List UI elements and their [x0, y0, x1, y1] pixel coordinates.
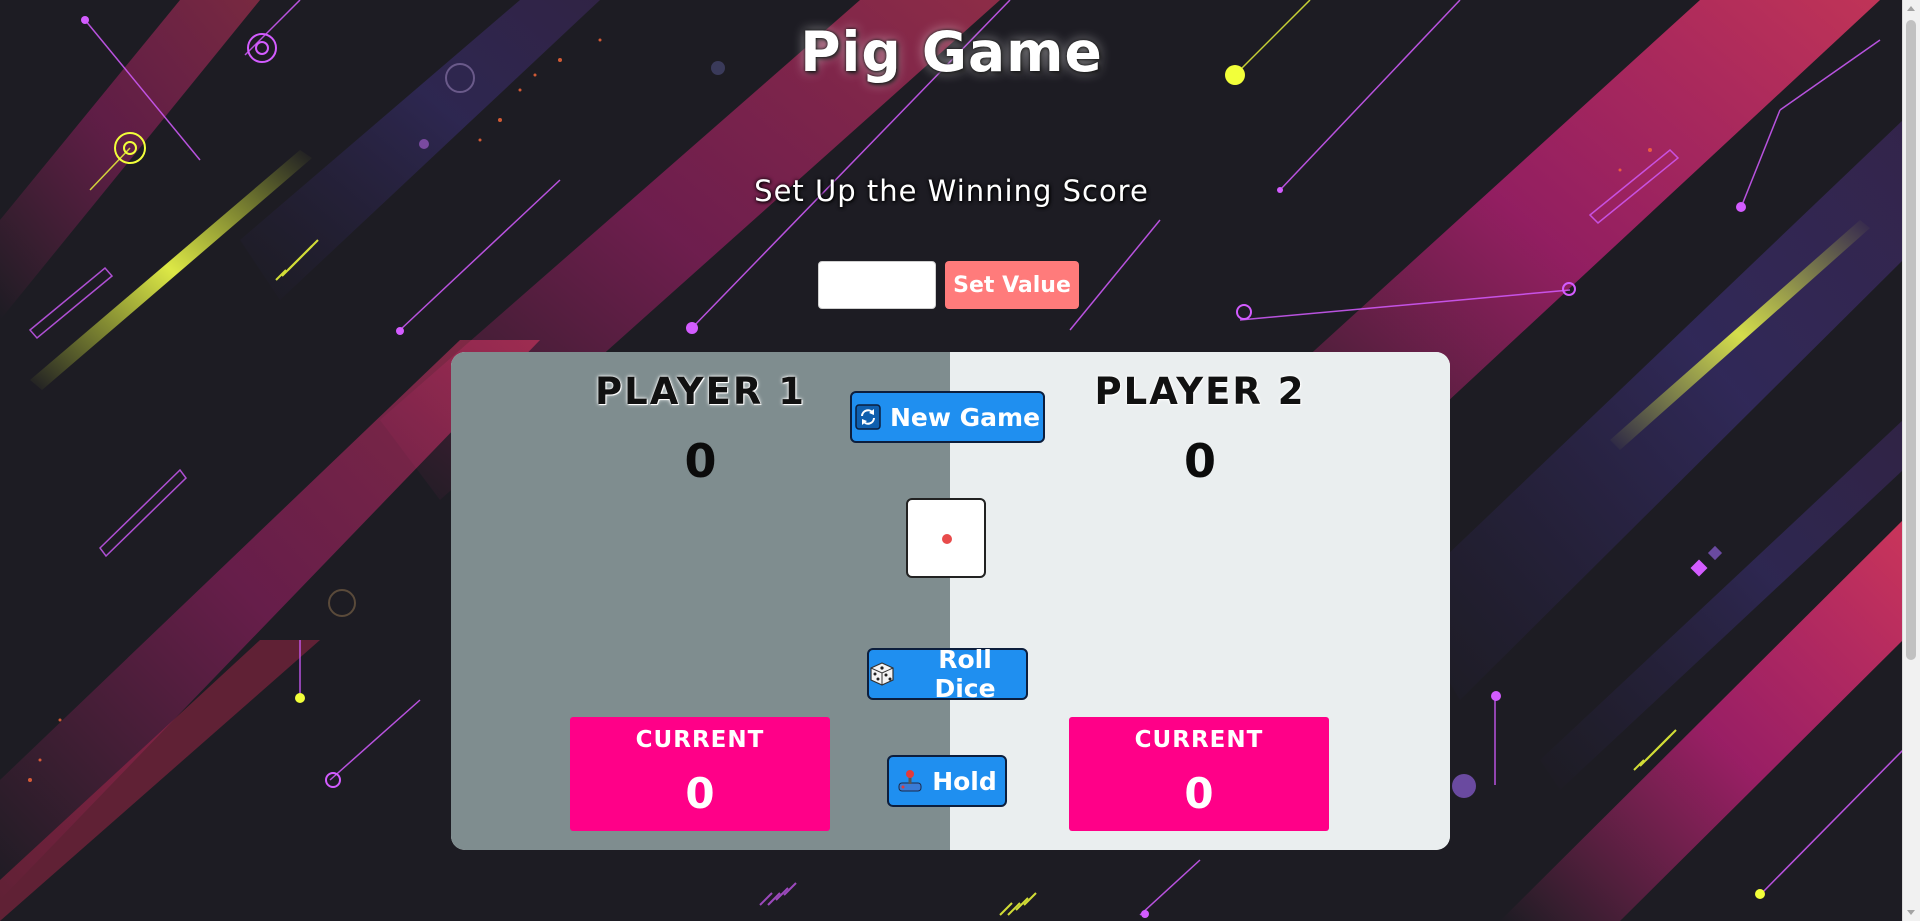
player-2-current-label: CURRENT: [1134, 727, 1264, 753]
set-value-button[interactable]: Set Value: [945, 261, 1079, 309]
roll-dice-button[interactable]: Roll Dice: [867, 645, 1028, 703]
vertical-scrollbar[interactable]: [1902, 0, 1920, 921]
scroll-down-arrow-icon[interactable]: [1907, 910, 1915, 915]
hold-button[interactable]: Hold: [887, 755, 1007, 807]
winning-score-heading: Set Up the Winning Score: [754, 174, 1149, 208]
page-title: Pig Game: [800, 20, 1103, 84]
dice-icon: [869, 661, 895, 687]
player-1-current-box: CURRENT 0: [570, 717, 830, 831]
player-2-current-score: 0: [1184, 769, 1214, 818]
dice-pip: [942, 534, 952, 544]
hold-label: Hold: [932, 766, 997, 796]
dice: [906, 498, 986, 578]
new-game-label: New Game: [889, 402, 1041, 432]
winning-score-input[interactable]: [818, 261, 936, 309]
scroll-up-arrow-icon[interactable]: [1907, 6, 1915, 11]
roll-dice-label: Roll Dice: [934, 645, 996, 703]
player-1-current-label: CURRENT: [635, 727, 765, 753]
scrollbar-thumb[interactable]: [1906, 20, 1916, 660]
refresh-icon: [855, 404, 881, 430]
new-game-button[interactable]: New Game: [850, 391, 1045, 443]
joystick-icon: [897, 768, 923, 794]
player-1-current-score: 0: [685, 769, 715, 818]
player-2-current-box: CURRENT 0: [1069, 717, 1329, 831]
